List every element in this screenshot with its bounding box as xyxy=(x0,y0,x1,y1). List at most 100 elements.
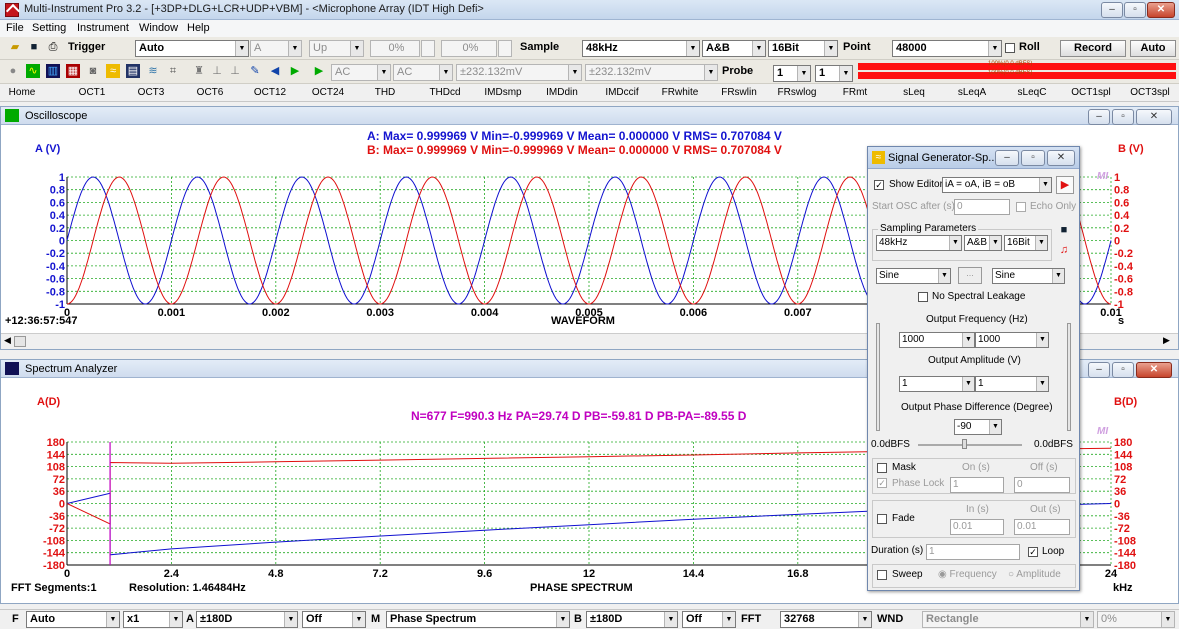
overlap-select[interactable]: 0% ▼ xyxy=(1097,611,1175,628)
func-imdccif[interactable]: IMDccif xyxy=(605,87,638,98)
trigger-level-spinner[interactable] xyxy=(421,40,435,57)
func-frwhite[interactable]: FRwhite xyxy=(662,87,699,98)
probe-b-select[interactable]: 1 ▼ xyxy=(815,65,853,82)
func-oct6[interactable]: OCT6 xyxy=(197,87,224,98)
play-a-icon[interactable]: ▶ xyxy=(288,64,302,78)
fade-checkbox[interactable] xyxy=(877,514,887,524)
multiplier-select[interactable]: x1 ▼ xyxy=(123,611,183,628)
siggen-wave-icon[interactable]: ♫ xyxy=(1057,243,1071,257)
trigger-edge-select[interactable]: Up ▼ xyxy=(309,40,364,57)
balance-slider[interactable] xyxy=(918,444,1022,446)
sweep-frequency-radio[interactable]: ◉ Frequency xyxy=(938,569,997,580)
siggen-minimize-button[interactable]: – xyxy=(995,150,1019,166)
func-frswlog[interactable]: FRswlog xyxy=(778,87,817,98)
trigger-channel-select[interactable]: A ▼ xyxy=(250,40,302,57)
slider-a-track[interactable] xyxy=(876,323,880,431)
func-oct3[interactable]: OCT3 xyxy=(138,87,165,98)
wave-b-select[interactable]: Sine ▼ xyxy=(992,268,1065,284)
freq-a-select[interactable]: 1000 ▼ xyxy=(899,332,975,348)
speaker-icon[interactable]: ◀ xyxy=(268,64,282,78)
roll-checkbox[interactable] xyxy=(1005,43,1015,53)
save-icon[interactable]: ■ xyxy=(27,40,41,54)
func-imdsmp[interactable]: IMDsmp xyxy=(484,87,521,98)
func-sleqc[interactable]: sLeqC xyxy=(1018,87,1047,98)
wave-edit-button[interactable]: ... xyxy=(958,267,982,284)
coupling-b-select[interactable]: AC ▼ xyxy=(393,64,453,81)
calibrate-icon[interactable]: ✎ xyxy=(248,64,262,78)
phase-select[interactable]: -90 ▼ xyxy=(954,419,1002,435)
minimize-button[interactable]: – xyxy=(1101,2,1123,18)
func-sleq[interactable]: sLeq xyxy=(903,87,925,98)
a-off-select[interactable]: Off ▼ xyxy=(302,611,366,628)
sweep-checkbox[interactable] xyxy=(877,570,887,580)
siggen-channels-select[interactable]: A&B ▼ xyxy=(964,235,1002,251)
func-frswlin[interactable]: FRswlin xyxy=(721,87,757,98)
func-oct12[interactable]: OCT12 xyxy=(254,87,286,98)
cursor-a-icon[interactable]: ⊥ xyxy=(210,64,224,78)
fft-size-select[interactable]: 32768 ▼ xyxy=(780,611,872,628)
play-b-icon[interactable]: ▶ xyxy=(312,64,326,78)
range-b-select[interactable]: ±232.132mV ▼ xyxy=(585,64,718,81)
amp-b-select[interactable]: 1 ▼ xyxy=(975,376,1049,392)
func-sleqa[interactable]: sLeqA xyxy=(958,87,986,98)
menu-help[interactable]: Help xyxy=(187,22,210,34)
func-imddin[interactable]: IMDdin xyxy=(546,87,578,98)
menu-file[interactable]: File xyxy=(6,22,24,34)
data-logger-icon[interactable]: ⌗ xyxy=(166,64,180,78)
osc-restore-button[interactable]: ▫ xyxy=(1112,109,1134,125)
mask-off-input[interactable]: 0 xyxy=(1014,477,1070,493)
osc-minimize-button[interactable]: – xyxy=(1088,109,1110,125)
func-frmt[interactable]: FRmt xyxy=(843,87,867,98)
echo-only-checkbox[interactable] xyxy=(1016,202,1026,212)
siggen-play-button[interactable]: ▶ xyxy=(1056,176,1074,194)
spec-restore-button[interactable]: ▫ xyxy=(1112,362,1134,378)
func-oct1[interactable]: OCT1 xyxy=(79,87,106,98)
trigger-delay-input[interactable]: 0% xyxy=(441,40,497,57)
func-oct24[interactable]: OCT24 xyxy=(312,87,344,98)
siggen-save-icon[interactable]: ■ xyxy=(1057,223,1071,237)
menu-window[interactable]: Window xyxy=(139,22,178,34)
mask-checkbox[interactable] xyxy=(877,463,887,473)
trigger-level-input[interactable]: 0% xyxy=(370,40,420,57)
sweep-icon[interactable]: ≋ xyxy=(146,64,160,78)
wave-a-select[interactable]: Sine ▼ xyxy=(876,268,951,284)
range-a-select[interactable]: ±232.132mV ▼ xyxy=(456,64,582,81)
print-icon[interactable]: ⎙ xyxy=(46,40,60,54)
siggen-close-button[interactable]: ✕ xyxy=(1047,150,1075,166)
osc-close-button[interactable]: ✕ xyxy=(1136,109,1172,125)
mask-on-input[interactable]: 1 xyxy=(950,477,1004,493)
camera-icon[interactable]: ◙ xyxy=(86,64,100,78)
scroll-right-icon[interactable]: ▶ xyxy=(1163,335,1170,346)
balance-thumb[interactable] xyxy=(962,439,967,449)
b-range-select[interactable]: ±180D ▼ xyxy=(586,611,678,628)
fade-out-input[interactable]: 0.01 xyxy=(1014,519,1070,535)
editor-expression-select[interactable]: iA = oA, iB = oB ▼ xyxy=(942,177,1052,193)
siggen-sample-rate-select[interactable]: 48kHz ▼ xyxy=(876,235,962,251)
fade-in-input[interactable]: 0.01 xyxy=(950,519,1004,535)
phase-lock-checkbox[interactable]: ✓ xyxy=(877,478,887,488)
func-thdcd[interactable]: THDcd xyxy=(429,87,460,98)
func-oct3spl[interactable]: OCT3spl xyxy=(1130,87,1169,98)
func-home[interactable]: Home xyxy=(9,87,36,98)
point-select[interactable]: 48000 ▼ xyxy=(892,40,1002,57)
scroll-thumb[interactable] xyxy=(14,336,26,347)
probe-a-select[interactable]: 1 ▼ xyxy=(773,65,811,82)
f-mode-select[interactable]: Auto ▼ xyxy=(26,611,120,628)
sample-rate-select[interactable]: 48kHz ▼ xyxy=(582,40,700,57)
scroll-left-icon[interactable]: ◀ xyxy=(4,335,11,346)
menu-setting[interactable]: Setting xyxy=(32,22,66,34)
maximize-button[interactable]: ▫ xyxy=(1124,2,1146,18)
m-mode-select[interactable]: Phase Spectrum ▼ xyxy=(386,611,570,628)
freq-b-select[interactable]: 1000 ▼ xyxy=(975,332,1049,348)
bits-select[interactable]: 16Bit ▼ xyxy=(768,40,838,57)
siggen-restore-button[interactable]: ▫ xyxy=(1021,150,1045,166)
start-osc-input[interactable]: 0 xyxy=(954,199,1010,215)
trigger-delay-spinner[interactable] xyxy=(498,40,512,57)
stop-icon[interactable]: ● xyxy=(6,64,20,78)
coupling-a-select[interactable]: AC ▼ xyxy=(331,64,391,81)
lock-icon[interactable]: ♜ xyxy=(192,64,206,78)
amp-a-select[interactable]: 1 ▼ xyxy=(899,376,975,392)
close-button[interactable]: ✕ xyxy=(1147,2,1175,18)
sweep-amplitude-radio[interactable]: ○ Amplitude xyxy=(1008,569,1061,580)
channels-select[interactable]: A&B ▼ xyxy=(702,40,766,57)
